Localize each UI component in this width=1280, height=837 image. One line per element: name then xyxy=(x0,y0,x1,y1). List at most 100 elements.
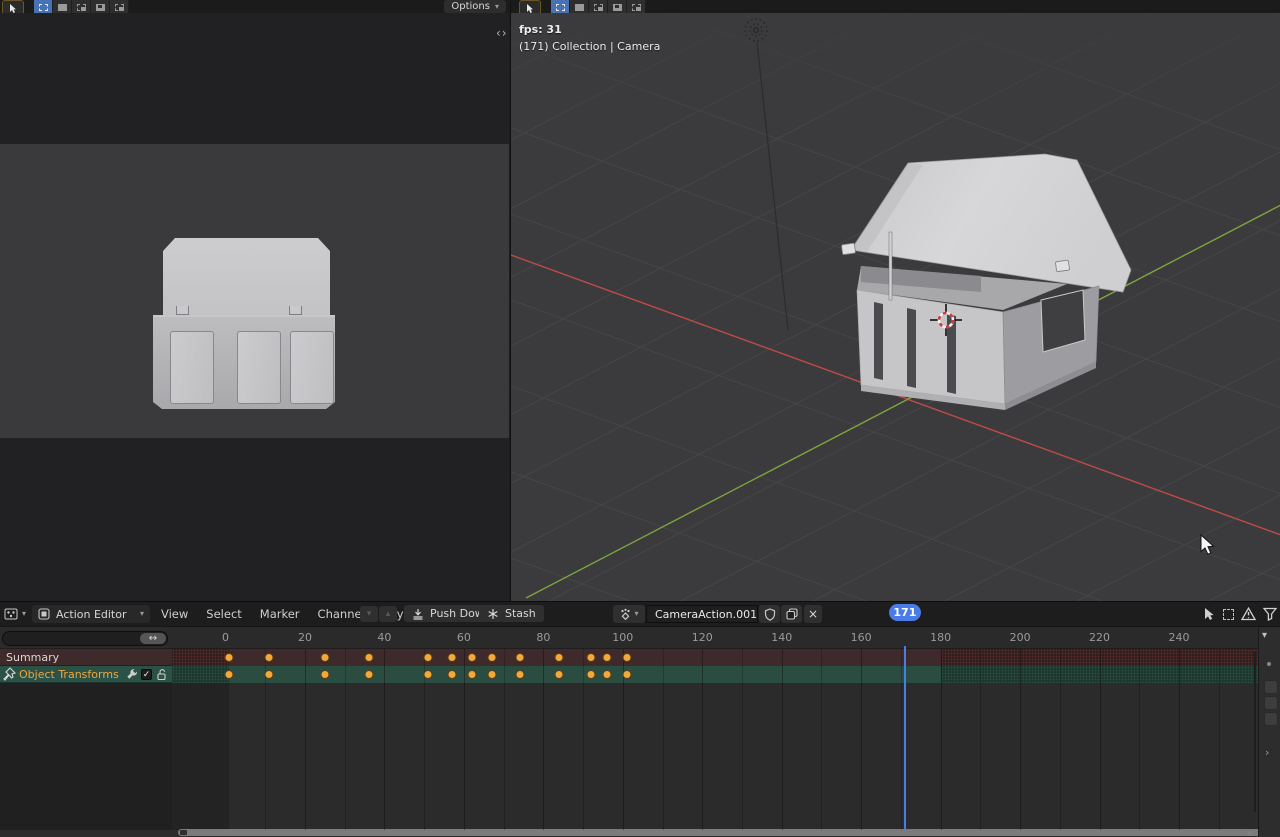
duplicate-icon xyxy=(786,608,798,620)
select-mode-set-button[interactable] xyxy=(34,0,53,13)
keyframe-dot[interactable] xyxy=(364,653,373,662)
hinge-left xyxy=(841,243,855,255)
playhead-line[interactable] xyxy=(904,646,906,830)
select-mode-subtract-button[interactable] xyxy=(72,0,91,13)
unlink-action-button[interactable]: × xyxy=(804,605,822,623)
keyframe-dot[interactable] xyxy=(515,653,524,662)
editor-type-selector[interactable]: ▾ xyxy=(4,605,26,623)
out-of-range-shade xyxy=(172,683,229,830)
dot-handle xyxy=(1267,662,1271,666)
keyframe-dot[interactable] xyxy=(225,653,234,662)
chevron-down-icon[interactable]: ▾ xyxy=(1262,630,1267,641)
keyframe-dot[interactable] xyxy=(447,670,456,679)
frame-gridline xyxy=(821,649,822,830)
ruler-tick-label: 200 xyxy=(1010,631,1031,644)
keyframe-dot[interactable] xyxy=(320,670,329,679)
channel-scrollbar[interactable]: ↔ xyxy=(2,631,168,646)
fake-user-button[interactable] xyxy=(759,605,780,623)
action-name-field[interactable]: CameraAction.001 xyxy=(646,605,758,623)
frame-gridline xyxy=(384,649,385,830)
horizontal-scrollbar[interactable] xyxy=(178,829,1267,836)
dot-handle xyxy=(1247,831,1252,836)
keyframe-dot[interactable] xyxy=(424,670,433,679)
current-frame-badge[interactable]: 171 xyxy=(889,604,921,621)
keyframe-dot[interactable] xyxy=(467,670,476,679)
keyframe-dot[interactable] xyxy=(555,670,564,679)
select-invert-icon xyxy=(96,4,105,11)
keyframe-dot[interactable] xyxy=(424,653,433,662)
chest-model-3d[interactable] xyxy=(841,154,1131,410)
scrollbar-handle[interactable] xyxy=(180,830,187,835)
keyframe-dot[interactable] xyxy=(364,670,373,679)
viewport-camera[interactable]: Options ▾ xyxy=(0,0,509,601)
editor-mode-dropdown[interactable]: Action Editor ▾ xyxy=(32,605,150,623)
select-mode-intersect-button[interactable] xyxy=(627,0,646,13)
keyframe-dot[interactable] xyxy=(320,653,329,662)
keyframe-dot[interactable] xyxy=(265,653,274,662)
keyframe-dot[interactable] xyxy=(602,670,611,679)
out-of-range-shade xyxy=(172,649,229,666)
move-down-button[interactable]: ▾ xyxy=(360,606,378,622)
normalize-region-icon[interactable] xyxy=(1223,609,1234,620)
keyframe-dot[interactable] xyxy=(602,653,611,662)
panel-tab[interactable] xyxy=(1264,712,1278,726)
channel-label-summary[interactable]: Summary xyxy=(0,649,172,666)
tweak-tool-button[interactable] xyxy=(2,0,24,13)
keyframe-dot[interactable] xyxy=(555,653,564,662)
select-mode-invert-button[interactable] xyxy=(608,0,627,13)
fps-overlay: fps: 31 xyxy=(519,23,562,36)
keyframe-dot[interactable] xyxy=(265,670,274,679)
select-extend-icon xyxy=(58,4,67,11)
frame-gridline xyxy=(980,649,981,830)
action-browse-button[interactable]: ▾ xyxy=(613,605,645,623)
panel-tab[interactable] xyxy=(1264,696,1278,710)
new-action-button[interactable] xyxy=(781,605,802,623)
options-dropdown[interactable]: Options ▾ xyxy=(444,0,506,13)
scrollbar-zoom-handle[interactable]: ↔ xyxy=(140,633,166,644)
keyframe-dot[interactable] xyxy=(487,670,496,679)
keyframe-dot[interactable] xyxy=(225,670,234,679)
channel-label-object-transforms[interactable]: Object Transforms ✓ xyxy=(0,666,172,683)
select-mode-extend-button[interactable] xyxy=(570,0,589,13)
keyframe-dot[interactable] xyxy=(622,670,631,679)
viewport-header xyxy=(511,0,1280,13)
panel-tab[interactable] xyxy=(1264,680,1278,694)
move-up-button[interactable]: ▴ xyxy=(379,606,397,622)
cursor-arrow-icon xyxy=(526,4,534,13)
keyframe-dot[interactable] xyxy=(622,653,631,662)
select-mode-intersect-button[interactable] xyxy=(110,0,129,13)
specials-group: ▾ ▴ xyxy=(360,605,397,623)
keyframe-dot[interactable] xyxy=(587,670,596,679)
frame-gridline xyxy=(1179,649,1180,830)
vertical-scrollbar[interactable] xyxy=(1254,652,1256,812)
tweak-tool-button[interactable] xyxy=(519,0,541,13)
select-mode-invert-button[interactable] xyxy=(91,0,110,13)
modifier-wrench-icon[interactable] xyxy=(125,668,138,681)
mute-checkbox[interactable]: ✓ xyxy=(141,669,152,680)
keyframe-dot[interactable] xyxy=(587,653,596,662)
chest-slat xyxy=(170,331,214,404)
keyframe-dot[interactable] xyxy=(487,653,496,662)
select-mode-subtract-button[interactable] xyxy=(589,0,608,13)
selection-cursor-icon[interactable] xyxy=(1203,607,1216,621)
keyframe-dot[interactable] xyxy=(467,653,476,662)
keyframe-dot[interactable] xyxy=(515,670,524,679)
menu-view[interactable]: View xyxy=(152,607,197,621)
menu-marker[interactable]: Marker xyxy=(251,607,309,621)
viewport-3d-scene xyxy=(511,0,1280,601)
chevron-right-icon[interactable]: › xyxy=(1265,746,1269,759)
select-mode-set-button[interactable] xyxy=(551,0,570,13)
unlocked-padlock-icon[interactable] xyxy=(156,668,168,681)
dope-sheet-editor[interactable]: ▾ Action Editor ▾ ViewSelectMarkerChanne… xyxy=(0,601,1280,837)
warning-icon[interactable] xyxy=(1241,607,1256,621)
menu-select[interactable]: Select xyxy=(197,607,250,621)
editor-mode-label: Action Editor xyxy=(56,608,134,621)
filter-funnel-icon[interactable] xyxy=(1263,607,1277,621)
viewport-perspective[interactable]: fps: 31 (171) Collection | Camera xyxy=(510,0,1280,601)
timeline-ruler[interactable]: 020406080100120140160180200220240 xyxy=(0,628,1280,649)
area-resize-handle[interactable]: ‹› xyxy=(496,26,508,40)
pin-icon[interactable] xyxy=(2,667,16,681)
select-mode-extend-button[interactable] xyxy=(53,0,72,13)
stash-button[interactable]: Stash xyxy=(479,605,544,622)
keyframe-dot[interactable] xyxy=(447,653,456,662)
